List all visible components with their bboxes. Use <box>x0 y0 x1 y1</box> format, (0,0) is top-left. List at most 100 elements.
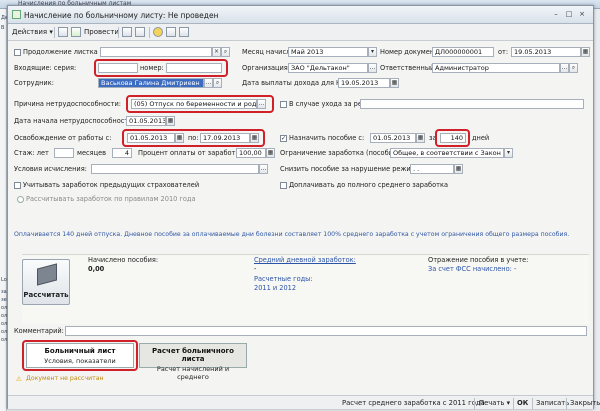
minimize-icon[interactable]: – <box>551 10 561 19</box>
release-dates-highlight <box>122 129 265 147</box>
background-list-char: за <box>1 289 7 295</box>
payment-date-field[interactable]: 19.05.2013 <box>338 78 390 88</box>
structure-icon[interactable] <box>135 27 145 37</box>
limit-field[interactable]: Общее, в соответствии с Закон <box>390 148 504 158</box>
close-button[interactable]: Закрыть <box>570 398 600 408</box>
list-icon[interactable] <box>179 27 189 37</box>
save-icon[interactable] <box>58 27 68 37</box>
help-icon[interactable] <box>153 27 163 37</box>
avg-calc-button[interactable]: Расчет среднего заработка с 2011 года <box>342 398 485 408</box>
conditions-search-icon[interactable]: … <box>259 164 268 174</box>
comment-label: Комментарий: <box>14 327 64 335</box>
calendar-icon[interactable]: ▦ <box>166 116 175 126</box>
maximize-icon[interactable]: □ <box>564 10 574 19</box>
reason-highlight <box>126 95 274 113</box>
assign-label: Назначить пособие с: <box>289 134 365 142</box>
days-highlight <box>435 129 470 147</box>
topup-checkbox[interactable] <box>280 182 287 189</box>
month-dropdown-icon[interactable]: ▾ <box>368 47 377 57</box>
post-button[interactable]: Провести <box>84 26 119 38</box>
background-window-list: Де В Lo за зе ол ол ол ол ол <box>0 9 8 411</box>
months-field[interactable]: 4 <box>112 148 132 158</box>
background-list-char: В <box>1 25 5 31</box>
save-button[interactable]: Записать <box>536 398 569 408</box>
toolbar-separator <box>118 27 119 38</box>
org-label: Организация: <box>242 64 290 72</box>
continuation-field[interactable] <box>100 47 212 57</box>
open-icon[interactable] <box>122 27 132 37</box>
conditions-field[interactable] <box>91 164 259 174</box>
close-icon[interactable]: × <box>577 10 587 19</box>
tab-calculation-subtitle: Расчет начислений и среднего <box>156 365 230 381</box>
avg-earnings-link[interactable]: Средний дневной заработок: <box>254 255 356 265</box>
responsible-label: Ответственный: <box>380 64 437 72</box>
prev-insurers-label: Учитывать заработок предыдущих страховат… <box>23 181 200 189</box>
calendar-icon[interactable]: ▦ <box>390 78 399 88</box>
post-icon[interactable] <box>71 27 81 37</box>
ok-button[interactable]: ОК <box>517 398 528 408</box>
from-label: от: <box>498 48 509 56</box>
month-field[interactable]: Май 2013 <box>288 47 368 57</box>
employee-field[interactable]: Васькова Галина Дмитриевн <box>98 78 204 88</box>
responsible-field[interactable]: Администратор <box>432 63 560 73</box>
reflect-value[interactable]: За счет ФСС начислено: - <box>428 264 516 274</box>
continuation-search-icon[interactable]: ⌕ <box>221 47 230 57</box>
calendar-icon[interactable]: ▦ <box>454 164 463 174</box>
employee-open-icon[interactable]: ⌕ <box>213 78 222 88</box>
series-number-highlight <box>94 59 228 77</box>
calculate-button[interactable]: Рассчитать <box>22 259 70 305</box>
org-field[interactable]: ЗАО "Дельтакон" <box>288 63 368 73</box>
toolbar-separator <box>54 27 55 38</box>
avg-earnings-value: - <box>254 265 257 273</box>
calculator-icon[interactable]: ▦ <box>266 148 275 158</box>
tab-calculation[interactable]: Расчет больничного листа Расчет начислен… <box>139 343 247 381</box>
assign-from-field[interactable]: 01.05.2013 <box>370 133 416 143</box>
reduce-field[interactable]: . . <box>410 164 454 174</box>
accrued-value: 0,00 <box>88 265 105 273</box>
dialog-titlebar: Начисление по больничному листу: Не пров… <box>8 6 593 24</box>
months-label: месяцев <box>77 149 107 157</box>
sick-leave-dialog: Начисление по больничному листу: Не пров… <box>7 5 600 409</box>
background-list-char: Lo <box>1 277 7 283</box>
employee-search-icon[interactable]: … <box>204 78 213 88</box>
series-label: Входящие: серия: <box>14 64 77 72</box>
status-bar: Расчет среднего заработка с 2011 года Пе… <box>8 395 600 409</box>
child-care-field[interactable] <box>360 99 584 109</box>
assign-checkbox[interactable]: ✓ <box>280 135 287 142</box>
toolbar-separator <box>149 27 150 38</box>
responsible-search-icon[interactable]: … <box>560 63 569 73</box>
from-date-field[interactable]: 19.05.2013 <box>511 47 581 57</box>
topup-label: Доплачивать до полного среднего заработк… <box>289 181 448 189</box>
actions-menu[interactable]: Действия ▾ <box>12 26 53 38</box>
calendar-icon[interactable]: ▦ <box>416 133 425 143</box>
print-menu[interactable]: Печать ▾ <box>479 398 510 408</box>
responsible-open-icon[interactable]: ⌕ <box>569 63 578 73</box>
calculator-icon <box>37 263 57 286</box>
conditions-label: Условия исчисления: <box>14 165 87 173</box>
limit-dropdown-icon[interactable]: ▾ <box>504 148 513 158</box>
pct-label: Процент оплаты от заработка: <box>138 149 246 157</box>
continuation-clear-icon[interactable]: × <box>212 47 221 57</box>
days-label: дней <box>472 134 490 142</box>
start-date-label: Дата начала нетрудоспособности: <box>14 117 135 125</box>
continuation-checkbox[interactable] <box>14 49 21 56</box>
calc-years-value[interactable]: 2011 и 2012 <box>254 283 296 293</box>
comment-field[interactable] <box>65 326 587 336</box>
statusbar-separator <box>513 398 514 409</box>
calculate-button-label: Рассчитать <box>23 291 69 299</box>
statusbar-separator <box>566 398 567 409</box>
reduce-label: Снизить пособие за нарушение режима с: <box>280 165 428 173</box>
dialog-title: Начисление по больничному листу: Не пров… <box>24 11 219 20</box>
pct-field[interactable]: 100,00 <box>236 148 266 158</box>
tab-calculation-title: Расчет больничного листа <box>152 347 234 363</box>
old-rules-radio[interactable] <box>17 196 24 203</box>
prev-insurers-checkbox[interactable] <box>14 182 21 189</box>
start-date-field[interactable]: 01.05.2013 <box>126 116 166 126</box>
settings-icon[interactable] <box>166 27 176 37</box>
calendar-icon[interactable]: ▦ <box>581 47 590 57</box>
years-field[interactable] <box>54 148 74 158</box>
child-care-checkbox[interactable] <box>280 101 287 108</box>
warning-text: Документ не рассчитан <box>26 375 104 382</box>
org-search-icon[interactable]: … <box>368 63 377 73</box>
doc-number-field[interactable]: ДЛ000000001 <box>432 47 494 57</box>
